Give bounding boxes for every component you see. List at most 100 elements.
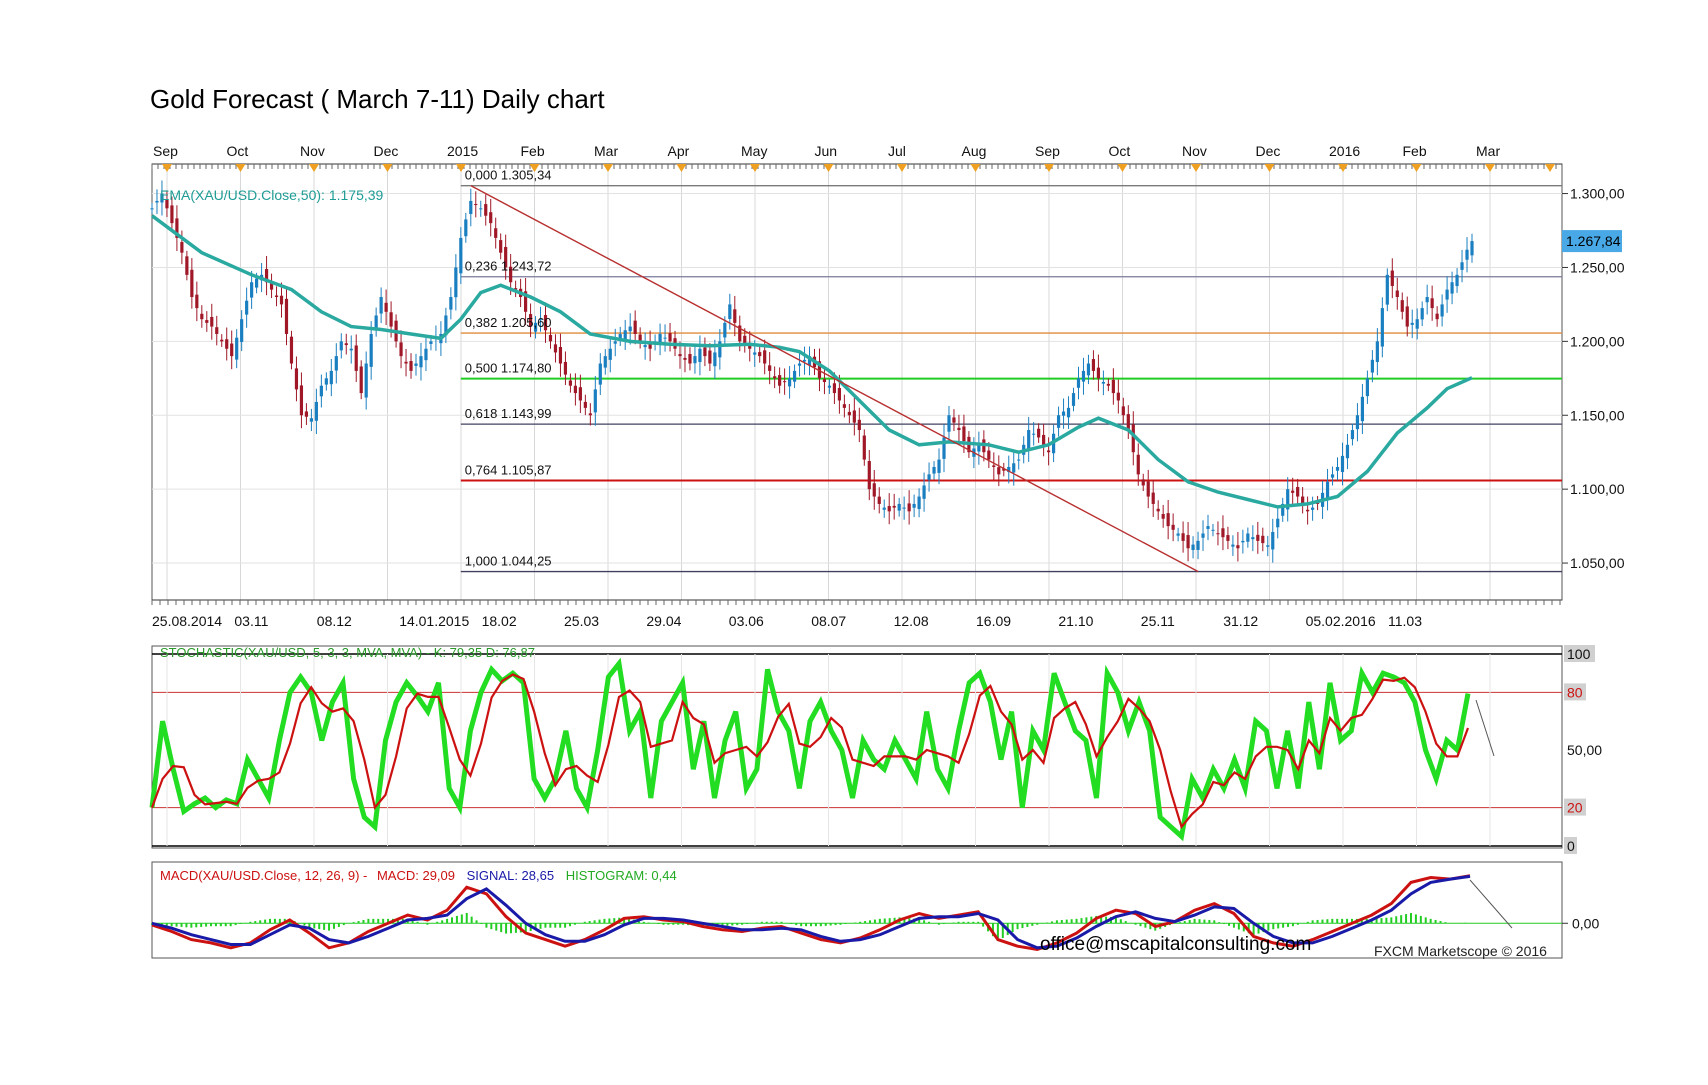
candle-body [1266,545,1270,547]
candle-body [1400,300,1404,312]
candle-body [484,204,488,216]
candle-body [1231,544,1235,547]
date-label: 05.02.2016 [1306,613,1376,629]
candle-body [419,356,423,368]
candle-body [464,219,468,237]
candle-body [937,459,941,473]
fib-label: 0,618 1.143,99 [465,406,552,421]
candle-body [1350,430,1355,440]
candle-body [832,383,837,394]
candle-body [180,242,184,253]
candle-body [553,344,558,353]
candle-body [912,503,916,508]
candle-body [578,387,582,401]
candle-body [563,361,568,375]
candle-body [359,366,363,394]
candle-body [1261,535,1265,544]
candle-body [957,427,961,431]
candle-body [987,450,991,460]
candle-body [693,356,697,364]
candle-body [384,302,388,312]
candle-body [822,379,827,382]
candle-body [1141,479,1145,486]
candle-body [220,339,224,342]
stochastic-y-label: 20 [1567,800,1583,816]
candle-body [932,466,936,474]
date-label: 16.09 [976,613,1011,629]
candle-body [947,415,951,432]
candle-body [1221,528,1225,538]
candle-body [1445,289,1449,300]
candle-body [1340,455,1345,473]
watermark-email: office@mscapitalconsulting.com [1040,934,1311,955]
candle-body [344,343,348,346]
candle-body [429,341,433,344]
candle-body [792,370,797,382]
candle-body [1291,490,1295,493]
month-label: Aug [962,143,987,159]
price-y-label: 1.100,00 [1570,481,1625,497]
candle-body [1081,370,1086,382]
candle-body [852,410,856,423]
candle-body [907,503,911,512]
candle-body [155,200,159,203]
candle-body [1365,378,1369,397]
candle-body [489,212,493,224]
candle-body [877,496,881,504]
candle-body [459,237,463,274]
candle-body [1206,526,1210,529]
candle-body [1311,507,1315,510]
candle-body [200,313,204,320]
month-label: Nov [1182,143,1207,159]
fib-label: 0,764 1.105,87 [465,462,552,477]
candle-body [245,300,249,315]
candle-body [872,483,876,497]
candle-body [1101,382,1105,384]
candle-body [902,507,906,509]
candle-body [1042,434,1046,445]
candle-body [548,334,553,342]
month-label: Oct [1109,143,1131,159]
candle-body [324,378,328,385]
candle-body [1047,450,1051,453]
chart-canvas: 0,000 1.305,34 0,236 1.243,72 0,382 1.205,… [149,143,1625,959]
fib-label: 0,000 1.305,34 [465,168,552,183]
candle-body [1116,392,1120,401]
macd-indicator-label: MACD(XAU/USD.Close, 12, 26, 9) - MACD: 2… [160,868,677,883]
candle-body [698,348,702,363]
candle-body [643,345,647,348]
candle-body [1271,532,1275,550]
candle-body [897,503,901,511]
candle-body [1440,304,1444,317]
month-label: Jun [815,143,838,159]
candle-body [1360,396,1365,422]
candle-body [633,320,637,334]
candle-body [1306,509,1310,512]
candle-body [1086,363,1091,376]
stochastic-y-label: 0 [1567,838,1575,854]
macd-value: MACD: 29,09 [377,868,455,883]
candle-body [1161,514,1165,519]
candle-body [688,354,692,364]
candle-body [1380,308,1384,347]
candle-body [1032,433,1036,435]
candle-body [274,295,279,298]
candle-body [1385,274,1389,305]
candle-body [583,401,587,408]
candle-body [170,205,174,224]
candle-body [623,330,627,340]
candle-body [369,333,373,367]
candle-body [1151,492,1155,504]
month-label: Mar [594,143,618,159]
candle-body [992,465,996,467]
candle-body [409,361,413,371]
stochastic-y-label: 80 [1567,684,1583,700]
candle-body [1171,524,1175,530]
candle-body [1037,428,1041,438]
candle-body [1410,322,1414,325]
candle-body [613,341,617,344]
date-label: 08.12 [317,613,352,629]
candle-body [319,385,323,397]
candle-body [608,348,612,360]
date-axis: 25.08.2014 03.11 08.12 14.01.2015 18.02 25.03… [151,599,1562,629]
